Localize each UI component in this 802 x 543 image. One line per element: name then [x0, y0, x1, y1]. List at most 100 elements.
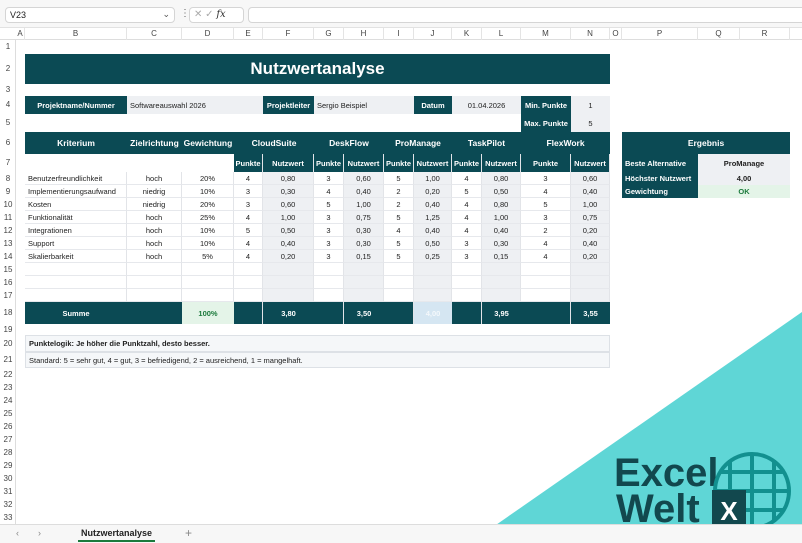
weight-cell[interactable]: 25% — [182, 211, 234, 224]
row-header[interactable]: 6 — [0, 132, 16, 154]
column-header-b[interactable]: B — [25, 28, 127, 40]
column-header-q[interactable]: Q — [698, 28, 740, 40]
points-cell[interactable] — [452, 276, 482, 289]
direction-cell[interactable] — [127, 276, 182, 289]
criterion-cell[interactable]: Support — [25, 237, 127, 250]
row-header[interactable]: 4 — [0, 96, 16, 114]
criterion-cell[interactable] — [25, 289, 127, 302]
sheet-tab-nutzwertanalyse[interactable]: Nutzwertanalyse — [78, 528, 156, 542]
points-cell[interactable] — [384, 263, 414, 276]
weight-cell[interactable]: 10% — [182, 185, 234, 198]
row-header[interactable]: 16 — [0, 276, 16, 289]
column-header-k[interactable]: K — [452, 28, 482, 40]
criterion-cell[interactable]: Integrationen — [25, 224, 127, 237]
direction-cell[interactable]: hoch — [127, 224, 182, 237]
points-cell[interactable]: 4 — [521, 250, 571, 263]
row-header[interactable]: 17 — [0, 289, 16, 302]
points-cell[interactable]: 4 — [234, 250, 263, 263]
points-cell[interactable] — [521, 276, 571, 289]
column-header-l[interactable]: L — [482, 28, 521, 40]
points-cell[interactable]: 5 — [384, 250, 414, 263]
points-cell[interactable]: 2 — [384, 185, 414, 198]
column-header-n[interactable]: N — [571, 28, 610, 40]
criterion-cell[interactable]: Funktionalität — [25, 211, 127, 224]
column-header-m[interactable]: M — [521, 28, 571, 40]
direction-cell[interactable] — [127, 289, 182, 302]
row-header[interactable]: 1 — [0, 40, 16, 54]
row-header[interactable]: 20 — [0, 335, 16, 352]
points-cell[interactable] — [314, 289, 344, 302]
row-header[interactable]: 23 — [0, 381, 16, 394]
points-cell[interactable] — [521, 289, 571, 302]
points-cell[interactable]: 5 — [384, 172, 414, 185]
row-header[interactable]: 15 — [0, 263, 16, 276]
weight-cell[interactable] — [182, 276, 234, 289]
points-cell[interactable]: 3 — [314, 172, 344, 185]
project-name-value[interactable]: Softwareauswahl 2026 — [127, 96, 263, 114]
row-header[interactable]: 32 — [0, 498, 16, 511]
column-header-p[interactable]: P — [622, 28, 698, 40]
column-header-r[interactable]: R — [740, 28, 790, 40]
row-header[interactable]: 19 — [0, 324, 16, 335]
weight-cell[interactable]: 10% — [182, 237, 234, 250]
column-header-d[interactable]: D — [182, 28, 234, 40]
points-cell[interactable]: 4 — [452, 198, 482, 211]
points-cell[interactable]: 3 — [452, 250, 482, 263]
next-sheet-button[interactable]: › — [38, 528, 41, 538]
weight-cell[interactable] — [182, 289, 234, 302]
points-cell[interactable]: 3 — [452, 237, 482, 250]
row-header[interactable]: 22 — [0, 368, 16, 381]
row-header[interactable]: 3 — [0, 84, 16, 96]
row-header[interactable]: 31 — [0, 485, 16, 498]
weight-cell[interactable]: 20% — [182, 172, 234, 185]
min-points-value[interactable]: 1 — [571, 96, 610, 114]
row-header[interactable]: 28 — [0, 446, 16, 459]
points-cell[interactable]: 4 — [452, 211, 482, 224]
direction-cell[interactable] — [127, 263, 182, 276]
row-header[interactable]: 8 — [0, 172, 16, 185]
column-header-f[interactable]: F — [263, 28, 314, 40]
points-cell[interactable]: 4 — [234, 237, 263, 250]
column-header-g[interactable]: G — [314, 28, 344, 40]
weight-cell[interactable]: 20% — [182, 198, 234, 211]
prev-sheet-button[interactable]: ‹ — [16, 528, 19, 538]
points-cell[interactable]: 4 — [314, 185, 344, 198]
max-points-value[interactable]: 5 — [571, 114, 610, 132]
points-cell[interactable]: 5 — [521, 198, 571, 211]
points-cell[interactable]: 5 — [234, 224, 263, 237]
row-header[interactable]: 30 — [0, 472, 16, 485]
direction-cell[interactable]: niedrig — [127, 198, 182, 211]
column-header-a[interactable]: A — [16, 28, 25, 40]
direction-cell[interactable]: hoch — [127, 250, 182, 263]
points-cell[interactable]: 2 — [521, 224, 571, 237]
row-header[interactable]: 12 — [0, 224, 16, 237]
points-cell[interactable]: 4 — [452, 172, 482, 185]
points-cell[interactable]: 4 — [234, 211, 263, 224]
points-cell[interactable]: 3 — [234, 198, 263, 211]
row-header[interactable]: 26 — [0, 420, 16, 433]
column-header-j[interactable]: J — [414, 28, 452, 40]
row-header[interactable]: 21 — [0, 352, 16, 368]
points-cell[interactable] — [234, 276, 263, 289]
points-cell[interactable]: 5 — [384, 237, 414, 250]
row-header[interactable]: 9 — [0, 185, 16, 198]
confirm-icon[interactable]: ✓ — [205, 9, 213, 20]
direction-cell[interactable]: hoch — [127, 172, 182, 185]
row-header[interactable]: 27 — [0, 433, 16, 446]
criterion-cell[interactable] — [25, 263, 127, 276]
points-cell[interactable] — [521, 263, 571, 276]
weight-cell[interactable]: 5% — [182, 250, 234, 263]
weight-cell[interactable] — [182, 263, 234, 276]
points-cell[interactable]: 3 — [314, 211, 344, 224]
column-header-i[interactable]: I — [384, 28, 414, 40]
cancel-icon[interactable]: ✕ — [194, 9, 202, 20]
column-header-c[interactable]: C — [127, 28, 182, 40]
row-header[interactable]: 18 — [0, 302, 16, 324]
fx-icon[interactable]: fx — [216, 9, 225, 20]
points-cell[interactable]: 4 — [384, 224, 414, 237]
row-header[interactable]: 29 — [0, 459, 16, 472]
column-header-e[interactable]: E — [234, 28, 263, 40]
row-header[interactable]: 24 — [0, 394, 16, 407]
criterion-cell[interactable]: Kosten — [25, 198, 127, 211]
points-cell[interactable]: 3 — [234, 185, 263, 198]
